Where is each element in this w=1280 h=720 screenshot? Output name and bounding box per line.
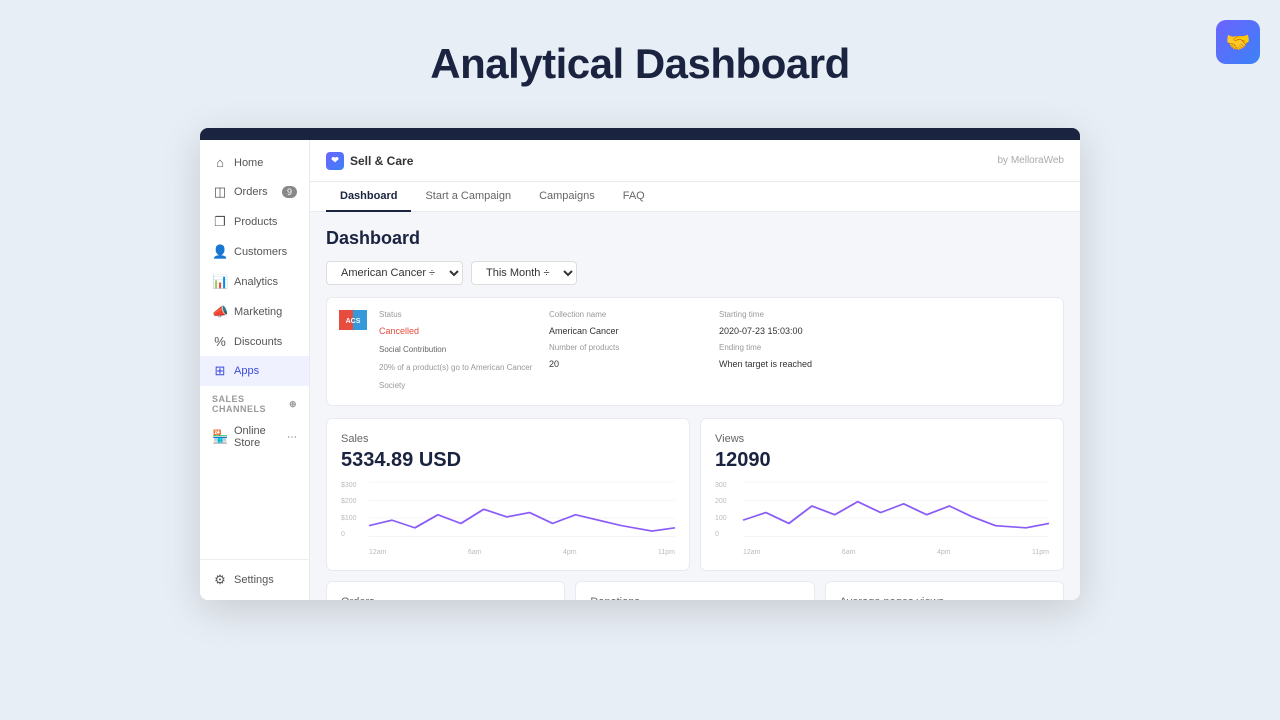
sidebar-item-online-store[interactable]: 🏪 Online Store ⋯	[200, 418, 309, 456]
sidebar-settings[interactable]: ⚙ Settings	[200, 559, 309, 600]
avg-pages-card: Average pages views 334	[825, 581, 1064, 600]
sidebar-item-home-label: Home	[234, 157, 263, 169]
views-value: 12090	[715, 449, 1049, 472]
views-card: Views 12090 300 200 100 0	[700, 418, 1064, 571]
ending-label: Ending time	[719, 343, 881, 352]
collection-value: American Cancer	[549, 326, 619, 336]
browser-window: ⌂ Home ◫ Orders 9 ❐ Products 👤 Customers	[200, 128, 1080, 600]
sidebar-nav: ⌂ Home ◫ Orders 9 ❐ Products 👤 Customers	[200, 140, 309, 559]
sales-chart-axis: 12am 6am 4pm 11pm	[369, 549, 675, 556]
discounts-icon: %	[212, 334, 228, 349]
bottom-stats: Orders 334.89 Donations 334 Average page…	[326, 581, 1064, 600]
marketing-icon: 📣	[212, 304, 228, 320]
sidebar-item-store-label: Online Store	[234, 425, 281, 449]
status-label: Status	[379, 310, 541, 319]
type-value: Social Contribution	[379, 345, 446, 354]
main-content: ❤ Sell & Care by MelloraWeb Dashboard St…	[310, 140, 1080, 600]
sidebar-item-products-label: Products	[234, 216, 277, 228]
status-value: Cancelled	[379, 326, 419, 336]
views-label: Views	[715, 433, 1049, 445]
campaign-timing-field: Starting time 2020-07-23 15:03:00 Ending…	[719, 310, 881, 393]
number-label: Number of products	[549, 343, 711, 352]
donations-card: Donations 334	[575, 581, 814, 600]
orders-badge: 9	[282, 186, 297, 198]
orders-label: Orders	[341, 596, 550, 600]
page-title: Analytical Dashboard	[430, 40, 849, 88]
sidebar-item-home[interactable]: ⌂ Home	[200, 148, 309, 177]
sidebar-item-orders-label: Orders	[234, 186, 268, 198]
campaign-logo: ACS	[339, 310, 367, 330]
sidebar-item-apps[interactable]: ⊞ Apps	[200, 356, 309, 386]
sidebar-item-analytics-label: Analytics	[234, 276, 278, 288]
app-container: ⌂ Home ◫ Orders 9 ❐ Products 👤 Customers	[200, 140, 1080, 600]
settings-icon: ⚙	[212, 572, 228, 588]
settings-label: Settings	[234, 574, 274, 586]
add-channel-icon[interactable]: ⊕	[289, 399, 297, 410]
sidebar-item-apps-label: Apps	[234, 365, 259, 377]
period-filter[interactable]: This Month ÷	[471, 261, 577, 285]
brand: ❤ Sell & Care	[326, 152, 413, 170]
tab-campaigns[interactable]: Campaigns	[525, 182, 609, 212]
ending-value: When target is reached	[719, 359, 812, 369]
sidebar: ⌂ Home ◫ Orders 9 ❐ Products 👤 Customers	[200, 140, 310, 600]
campaign-filter[interactable]: American Cancer ÷	[326, 261, 463, 285]
sidebar-item-products[interactable]: ❐ Products	[200, 207, 309, 237]
tab-start-campaign[interactable]: Start a Campaign	[411, 182, 525, 212]
starting-value: 2020-07-23 15:03:00	[719, 326, 803, 336]
store-options-icon[interactable]: ⋯	[287, 432, 297, 443]
store-icon: 🏪	[212, 429, 228, 445]
analytics-icon: 📊	[212, 274, 228, 290]
sidebar-item-marketing[interactable]: 📣 Marketing	[200, 297, 309, 327]
dashboard-content: Dashboard American Cancer ÷ This Month ÷	[310, 212, 1080, 600]
watermark-icon: 🤝	[1216, 20, 1260, 64]
donations-label: Donations	[590, 596, 799, 600]
products-icon: ❐	[212, 214, 228, 230]
campaign-collection-field: Collection name American Cancer Number o…	[549, 310, 711, 393]
top-nav: ❤ Sell & Care by MelloraWeb	[310, 140, 1080, 182]
collection-label: Collection name	[549, 310, 711, 319]
filter-row: American Cancer ÷ This Month ÷	[326, 261, 1064, 285]
sidebar-item-marketing-label: Marketing	[234, 306, 282, 318]
browser-bar	[200, 128, 1080, 140]
sales-chart	[369, 482, 675, 542]
orders-card: Orders 334.89	[326, 581, 565, 600]
sidebar-item-discounts[interactable]: % Discounts	[200, 327, 309, 356]
sales-card: Sales 5334.89 USD $300 $200 $100 0	[326, 418, 690, 571]
stats-grid: Sales 5334.89 USD $300 $200 $100 0	[326, 418, 1064, 571]
brand-credit: by MelloraWeb	[997, 155, 1064, 166]
brand-icon: ❤	[326, 152, 344, 170]
campaign-info: Status Cancelled Social Contribution 20%…	[379, 310, 1051, 393]
description-value: 20% of a product(s) go to American Cance…	[379, 363, 532, 390]
sidebar-item-discounts-label: Discounts	[234, 336, 282, 348]
customers-icon: 👤	[212, 244, 228, 260]
number-value: 20	[549, 359, 559, 369]
views-chart	[743, 482, 1049, 542]
tab-faq[interactable]: FAQ	[609, 182, 659, 212]
sales-value: 5334.89 USD	[341, 449, 675, 472]
dashboard-heading: Dashboard	[326, 228, 1064, 249]
apps-icon: ⊞	[212, 363, 228, 379]
campaign-status-field: Status Cancelled Social Contribution 20%…	[379, 310, 541, 393]
campaign-card: ACS Status Cancelled Social Contribution…	[326, 297, 1064, 406]
sales-label: Sales	[341, 433, 675, 445]
views-chart-axis: 12am 6am 4pm 11pm	[743, 549, 1049, 556]
tab-bar: Dashboard Start a Campaign Campaigns FAQ	[310, 182, 1080, 212]
svg-text:ACS: ACS	[346, 318, 361, 325]
starting-label: Starting time	[719, 310, 881, 319]
sales-channels-header: SALES CHANNELS ⊕	[200, 386, 309, 418]
brand-name: Sell & Care	[350, 154, 413, 168]
sidebar-item-analytics[interactable]: 📊 Analytics	[200, 267, 309, 297]
home-icon: ⌂	[212, 155, 228, 170]
sidebar-item-customers[interactable]: 👤 Customers	[200, 237, 309, 267]
avg-pages-label: Average pages views	[840, 596, 1049, 600]
sidebar-item-customers-label: Customers	[234, 246, 287, 258]
tab-dashboard[interactable]: Dashboard	[326, 182, 411, 212]
sidebar-item-orders[interactable]: ◫ Orders 9	[200, 177, 309, 207]
orders-icon: ◫	[212, 184, 228, 200]
